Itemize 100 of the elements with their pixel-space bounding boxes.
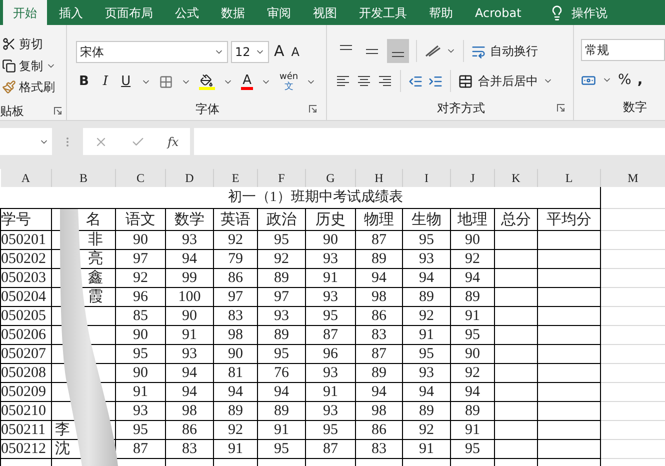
decrease-indent-icon[interactable] <box>408 74 423 88</box>
table-cell: 95 <box>306 420 356 440</box>
table-cell: 100 <box>166 288 214 306</box>
table-cell: 93 <box>116 402 166 420</box>
table-cell: 91 <box>258 420 306 440</box>
column-header[interactable]: G <box>306 169 356 187</box>
font-color-button[interactable]: A <box>240 74 254 90</box>
percent-button[interactable]: % <box>618 70 632 90</box>
table-cell: 89 <box>402 402 450 420</box>
column-header[interactable]: H <box>356 169 402 187</box>
table-cell: 91 <box>306 268 356 288</box>
column-header[interactable]: D <box>166 169 214 187</box>
table-cell: 86 <box>356 306 402 326</box>
align-top-icon <box>340 45 352 50</box>
ribbon-tab[interactable]: 页面布局 <box>95 0 163 25</box>
column-header[interactable]: J <box>450 169 494 187</box>
ribbon-tab[interactable]: 数据 <box>211 0 255 25</box>
table-cell: 91 <box>450 420 494 440</box>
sheet-title: 初一（1）班期中考试成绩表 <box>226 190 403 205</box>
bold-button[interactable]: B <box>76 72 92 92</box>
table-cell: 92 <box>450 364 494 382</box>
column-header[interactable]: L <box>538 169 600 187</box>
format-painter-button[interactable]: 格式刷 <box>0 76 66 98</box>
table-cell: 87 <box>306 326 356 344</box>
header-cell: 历史 <box>306 208 356 230</box>
scissors-icon <box>2 36 16 51</box>
table-cell: 95 <box>258 344 306 364</box>
table-cell: 91 <box>116 382 166 402</box>
column-header[interactable]: M <box>600 169 665 187</box>
column-header[interactable]: B <box>52 169 116 187</box>
column-header[interactable]: K <box>494 169 538 187</box>
copy-button[interactable]: 复制 <box>0 54 66 76</box>
ribbon-tab[interactable]: 公式 <box>165 0 209 25</box>
increase-font-button[interactable]: A <box>272 40 286 63</box>
table-cell: 92 <box>402 306 450 326</box>
column-header[interactable]: F <box>258 169 306 187</box>
merge-center-button[interactable]: 合并后居中 <box>478 72 538 90</box>
header-cell: 英语 <box>214 208 258 230</box>
column-header[interactable]: C <box>116 169 166 187</box>
comma-button[interactable]: , <box>637 70 643 90</box>
tell-me-field[interactable]: 操作说 <box>571 4 608 22</box>
table-cell: 93 <box>306 402 356 420</box>
vertical-align-button[interactable] <box>387 39 409 63</box>
italic-button[interactable]: I <box>100 72 112 92</box>
fill-color-bar <box>198 87 215 90</box>
column-header[interactable]: E <box>214 169 258 187</box>
font-size-field[interactable]: 12 <box>231 40 269 62</box>
align-center-icon[interactable] <box>356 75 372 87</box>
header-cell: 生物 <box>402 208 450 230</box>
table-cell: 94 <box>402 382 450 402</box>
ribbon-tab[interactable]: 审阅 <box>257 0 301 25</box>
ribbon-tab[interactable]: 帮助 <box>419 0 463 25</box>
table-cell: 83 <box>166 440 214 458</box>
ribbon-tab[interactable]: 视图 <box>303 0 347 25</box>
wrap-text-button[interactable]: 自动换行 <box>490 42 538 60</box>
group-label: 数字 <box>623 99 648 116</box>
table-cell: 90 <box>214 344 258 364</box>
table-cell: 90 <box>306 230 356 250</box>
increase-indent-icon[interactable] <box>428 74 443 88</box>
dialog-launcher-icon[interactable] <box>54 107 62 116</box>
table-cell: 92 <box>402 420 450 440</box>
table-cell: 94 <box>214 382 258 402</box>
column-header[interactable]: I <box>402 169 450 187</box>
formula-field[interactable] <box>194 128 665 155</box>
table-cell: 89 <box>356 364 402 382</box>
align-left-icon[interactable] <box>335 75 351 87</box>
table-cell: 93 <box>402 250 450 268</box>
borders-icon[interactable] <box>158 75 173 89</box>
dialog-launcher-icon[interactable] <box>309 105 317 113</box>
ribbon-tab[interactable]: Acrobat <box>465 0 532 25</box>
table-cell: 89 <box>402 288 450 306</box>
table-cell: 98 <box>356 402 402 420</box>
table-cell: 91 <box>450 306 494 326</box>
table-cell: 89 <box>214 402 258 420</box>
table-cell: 97 <box>116 250 166 268</box>
fill-color-icon[interactable] <box>200 74 214 87</box>
decrease-font-button[interactable]: A <box>289 42 302 60</box>
insert-function-button[interactable]: fx <box>167 132 179 150</box>
table-cell: 050207 <box>0 344 52 364</box>
ribbon-tab[interactable]: 开始 <box>3 0 47 25</box>
dialog-launcher-icon[interactable] <box>557 104 565 112</box>
table-cell: 91 <box>306 382 356 402</box>
header-cell: 语文 <box>116 208 166 230</box>
font-family-field[interactable]: 宋体 <box>76 40 228 62</box>
table-cell: 94 <box>402 268 450 288</box>
table-cell: 92 <box>214 420 258 440</box>
table-cell: 89 <box>450 402 494 420</box>
table-cell: 92 <box>214 230 258 250</box>
ribbon-tab[interactable]: 开发工具 <box>349 0 417 25</box>
ribbon-tab[interactable]: 插入 <box>49 0 93 25</box>
cut-button[interactable]: 剪切 <box>0 33 66 55</box>
underline-button[interactable]: U <box>119 72 133 92</box>
table-cell: 92 <box>450 250 494 268</box>
column-header[interactable]: A <box>0 169 52 187</box>
align-right-icon[interactable] <box>377 75 393 87</box>
orientation-icon[interactable] <box>424 44 442 58</box>
table-cell: 050209 <box>0 382 52 402</box>
number-format-field[interactable]: 常规 <box>581 39 665 61</box>
drag-handle-icon[interactable] <box>66 137 69 147</box>
phonetic-button[interactable]: wén 文 <box>279 72 298 92</box>
